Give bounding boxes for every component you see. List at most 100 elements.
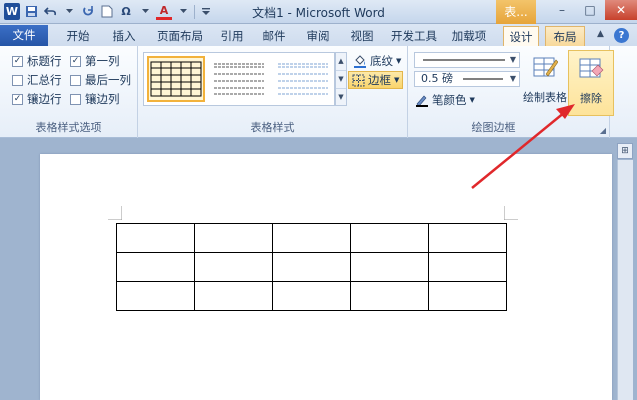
table-cell[interactable]: [194, 223, 273, 253]
line-style-preview: [423, 59, 505, 61]
table-style-light-thumb[interactable]: [274, 56, 332, 102]
scroll-down-icon[interactable]: ▼: [336, 71, 346, 89]
dropdown-arrow-icon[interactable]: [61, 3, 77, 20]
toolbar-divider: [194, 4, 195, 19]
draw-table-button[interactable]: 绘制表格: [522, 50, 568, 116]
undo-icon[interactable]: [42, 3, 58, 20]
tab-references[interactable]: 引用: [214, 26, 250, 46]
ribbon-tab-row: 文件 开始 插入 页面布局 引用 邮件 审阅 视图 开发工具 加载项 设计 布局…: [0, 24, 637, 46]
table-cell[interactable]: [428, 223, 507, 253]
tab-developer[interactable]: 开发工具: [386, 26, 442, 46]
group-draw-borders: ▼ 0.5 磅 ▼ 笔颜色 ▼ 绘制表格 擦除 绘图边框 ◢: [408, 46, 614, 138]
table-cell[interactable]: [350, 252, 429, 282]
dropdown-arrow-icon: ▼: [509, 74, 516, 83]
minimize-ribbon-icon[interactable]: ▲: [597, 29, 604, 39]
dialog-launcher-icon[interactable]: ◢: [600, 126, 606, 135]
tab-home[interactable]: 开始: [58, 26, 98, 46]
tab-mailings[interactable]: 邮件: [256, 26, 292, 46]
table-style-plain-thumb[interactable]: [210, 56, 268, 102]
checkbox-icon: [70, 93, 81, 105]
table-cell[interactable]: [428, 281, 507, 311]
table-cell[interactable]: [194, 281, 273, 311]
table-cell[interactable]: [272, 223, 351, 253]
close-button[interactable]: ✕: [605, 0, 637, 20]
tab-add-ins[interactable]: 加载项: [446, 26, 492, 46]
checkbox-header-row[interactable]: ✓ 标题行: [12, 53, 62, 69]
checkbox-last-column[interactable]: 最后一列: [70, 72, 131, 88]
group-table-styles: ▲ ▼ ▼ 底纹 ▼ 边框 ▼ 表格样式: [138, 46, 408, 138]
line-weight-value: 0.5 磅: [421, 72, 453, 85]
view-ruler-icon[interactable]: ⊞: [617, 143, 633, 159]
table-style-grid-thumb[interactable]: [147, 56, 205, 102]
new-doc-icon[interactable]: [99, 3, 115, 20]
group-label: 表格样式: [250, 121, 295, 134]
table-cell[interactable]: [272, 252, 351, 282]
checkbox-label: 标题行: [27, 54, 62, 68]
tab-design[interactable]: 设计: [503, 26, 539, 46]
shading-label: 底纹: [370, 54, 393, 68]
checkbox-first-column[interactable]: ✓ 第一列: [70, 53, 120, 69]
title-bar: W Ω A 文档1 - Microsoft Word 表... – □ ✕: [0, 0, 637, 24]
tab-page-layout[interactable]: 页面布局: [150, 26, 210, 46]
checkbox-icon: [70, 74, 81, 86]
checkbox-icon: ✓: [12, 93, 23, 105]
borders-button[interactable]: 边框 ▼: [348, 71, 404, 89]
ribbon: ✓ 标题行 ✓ 第一列 汇总行 最后一列 ✓ 镶边行 镶边列 表格样式选项 ▲ …: [0, 46, 637, 138]
table-cell[interactable]: [116, 281, 195, 311]
checkbox-banded-columns[interactable]: 镶边列: [70, 91, 120, 107]
group-table-style-options: ✓ 标题行 ✓ 第一列 汇总行 最后一列 ✓ 镶边行 镶边列 表格样式选项: [0, 46, 138, 138]
table-row: [116, 252, 507, 282]
minimize-button[interactable]: –: [548, 0, 576, 20]
eraser-button[interactable]: 擦除: [568, 50, 614, 116]
dropdown-arrow-icon: ▼: [509, 55, 516, 64]
checkbox-banded-rows[interactable]: ✓ 镶边行: [12, 91, 62, 107]
line-style-dropdown[interactable]: ▼: [414, 52, 520, 68]
eraser-icon: [579, 58, 604, 78]
dropdown-arrow-icon[interactable]: [175, 3, 191, 20]
gallery-scroll[interactable]: ▲ ▼ ▼: [335, 52, 347, 106]
word-logo-icon[interactable]: W: [4, 3, 20, 20]
font-color-icon[interactable]: A: [156, 3, 172, 20]
table-cell[interactable]: [116, 223, 195, 253]
shading-button[interactable]: 底纹 ▼: [350, 52, 404, 70]
help-icon[interactable]: ?: [614, 28, 629, 43]
pen-icon: [416, 95, 428, 107]
word-table[interactable]: [116, 223, 507, 311]
save-icon[interactable]: [23, 3, 39, 20]
dropdown-arrow-icon: ▼: [469, 96, 475, 104]
draw-table-label: 绘制表格: [523, 91, 567, 104]
tab-review[interactable]: 审阅: [298, 26, 338, 46]
line-weight-dropdown[interactable]: 0.5 磅 ▼: [414, 71, 520, 87]
eraser-label: 擦除: [580, 92, 602, 105]
scroll-up-icon[interactable]: ▲: [336, 53, 346, 71]
checkbox-label: 镶边行: [27, 92, 62, 106]
table-cell[interactable]: [194, 252, 273, 282]
table-style-gallery: [143, 52, 335, 106]
tab-layout[interactable]: 布局: [545, 26, 585, 46]
table-row: [116, 223, 507, 253]
table-cell[interactable]: [116, 252, 195, 282]
tab-file[interactable]: 文件: [0, 25, 48, 46]
table-cell[interactable]: [428, 252, 507, 282]
table-cell[interactable]: [350, 223, 429, 253]
tab-insert[interactable]: 插入: [104, 26, 144, 46]
maximize-button[interactable]: □: [576, 0, 604, 20]
dropdown-arrow-icon[interactable]: [137, 3, 153, 20]
line-weight-preview: [462, 78, 503, 80]
paint-bucket-icon: [354, 54, 366, 68]
tab-view[interactable]: 视图: [344, 26, 380, 46]
customize-toolbar-icon[interactable]: [198, 3, 214, 20]
table-cell[interactable]: [272, 281, 351, 311]
table-cell[interactable]: [350, 281, 429, 311]
pen-color-button[interactable]: 笔颜色 ▼: [412, 91, 478, 109]
symbol-icon[interactable]: Ω: [118, 3, 134, 20]
checkbox-icon: [12, 74, 23, 86]
redo-icon[interactable]: [80, 3, 96, 20]
checkbox-total-row[interactable]: 汇总行: [12, 72, 62, 88]
vertical-scrollbar[interactable]: [617, 160, 633, 400]
checkbox-label: 第一列: [85, 54, 120, 68]
checkbox-label: 汇总行: [27, 73, 62, 87]
group-label: 绘图边框: [471, 121, 516, 134]
gallery-more-icon[interactable]: ▼: [336, 89, 346, 107]
margin-corner-mark: [108, 206, 122, 220]
